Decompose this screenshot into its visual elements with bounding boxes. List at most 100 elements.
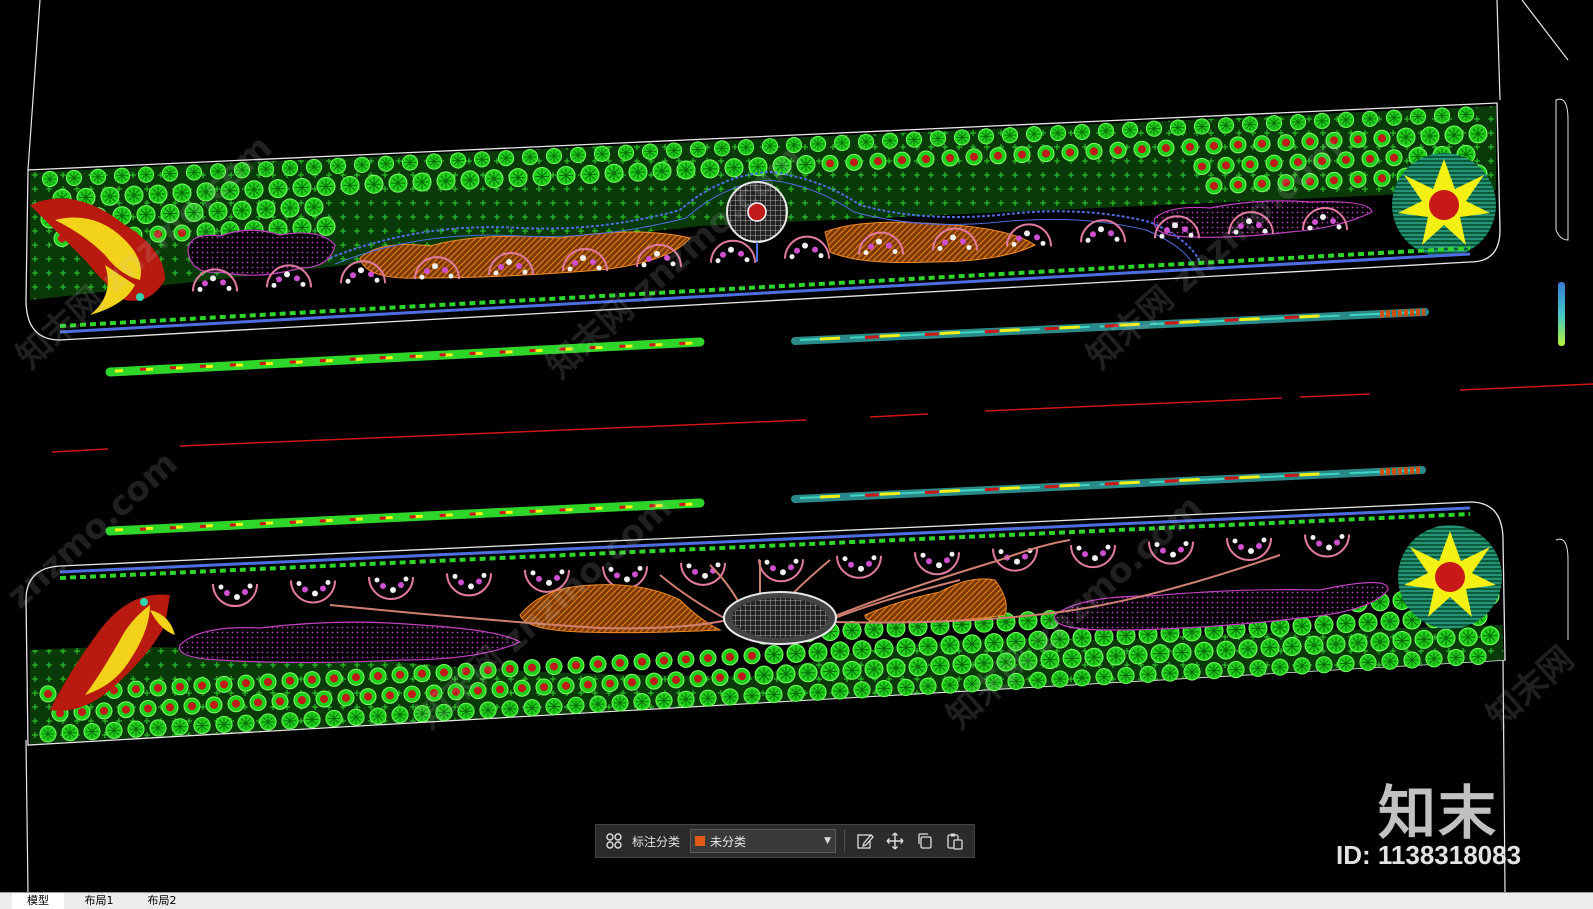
- tree-symbol: [1001, 127, 1019, 144]
- tree-symbol: [611, 654, 629, 672]
- move-icon[interactable]: [883, 829, 907, 853]
- tree-symbol: [1194, 641, 1214, 661]
- tree-symbol: [1447, 649, 1465, 667]
- tree-symbol: [1444, 125, 1464, 145]
- tree-symbol: [798, 663, 818, 683]
- tree-symbol: [580, 164, 600, 184]
- tree-symbol: [325, 669, 343, 687]
- tree-symbol: [721, 648, 739, 666]
- tree-symbol: [1238, 639, 1258, 659]
- sun-emblem-upper: [1392, 153, 1496, 257]
- tree-symbol: [1289, 114, 1307, 131]
- tree-symbol: [989, 147, 1007, 165]
- tree-symbol: [1109, 141, 1127, 159]
- tree-symbol: [711, 668, 729, 686]
- tree-symbol: [161, 698, 179, 716]
- annotation-category-label: 标注分类: [632, 834, 681, 849]
- tree-symbol: [1217, 117, 1235, 134]
- tree-symbol: [232, 200, 252, 220]
- tree-symbol: [1337, 655, 1355, 673]
- tree-symbol: [645, 672, 663, 690]
- tree-symbol: [689, 670, 707, 688]
- tree-symbol: [853, 681, 871, 699]
- cad-drawing-canvas[interactable]: 知末网 znzmo.com 知末网 znzmo.com 知末网 znzmo.co…: [0, 0, 1593, 892]
- tree-symbol: [1359, 653, 1377, 671]
- tree-symbol: [589, 655, 607, 673]
- category-color-swatch: [695, 836, 706, 846]
- tree-symbol: [623, 673, 641, 691]
- tree-symbol: [391, 666, 409, 684]
- tree-symbol: [271, 692, 289, 710]
- tree-symbol: [508, 168, 528, 188]
- tree-symbol: [1193, 118, 1211, 135]
- tree-symbol: [611, 694, 629, 712]
- tree-symbol: [893, 151, 911, 169]
- tree-symbol: [41, 170, 59, 188]
- tree-symbol: [1025, 126, 1043, 143]
- tree-symbol: [633, 693, 651, 711]
- tree-symbol: [1265, 115, 1283, 132]
- tree-symbol: [1468, 124, 1488, 144]
- tree-symbol: [1480, 626, 1500, 646]
- tree-symbol: [896, 637, 916, 657]
- tree-symbol: [655, 691, 673, 710]
- tree-symbol: [604, 163, 624, 183]
- tree-symbol: [1277, 134, 1295, 152]
- canvas-scroll-indicator[interactable]: [1558, 282, 1565, 346]
- tree-symbol: [567, 656, 585, 674]
- tree-symbol: [1409, 108, 1427, 125]
- copy-icon[interactable]: [913, 829, 937, 853]
- tree-symbol: [61, 724, 79, 742]
- tree-symbol: [721, 688, 739, 706]
- tree-symbol: [369, 667, 387, 685]
- tree-symbol: [205, 696, 223, 714]
- tree-symbol: [655, 652, 673, 670]
- tab-layout1[interactable]: 布局1: [70, 893, 128, 909]
- tree-symbol: [1425, 650, 1443, 668]
- edit-icon[interactable]: [853, 829, 877, 853]
- tree-symbol: [977, 128, 995, 145]
- tree-symbol: [359, 688, 377, 706]
- paste-icon[interactable]: [943, 829, 967, 853]
- tree-symbol: [869, 152, 887, 170]
- tree-symbol: [124, 185, 144, 205]
- tab-layout2[interactable]: 布局2: [132, 893, 192, 909]
- tree-symbol: [1172, 642, 1192, 662]
- tree-symbol: [293, 691, 311, 709]
- tree-symbol: [1293, 657, 1311, 675]
- tree-symbol: [1061, 143, 1079, 161]
- tree-symbol: [227, 695, 245, 713]
- tree-symbol: [1385, 109, 1403, 126]
- tree-symbol: [908, 657, 928, 677]
- tree-symbol: [1337, 111, 1355, 128]
- tree-symbol: [1326, 634, 1346, 654]
- lane-divider-upper-left: [105, 337, 705, 377]
- watermark-logo: 知末: [1378, 779, 1499, 847]
- tree-symbol: [1414, 629, 1434, 649]
- watermark-id: ID: 1138318083: [1336, 840, 1522, 870]
- tree-symbol: [1420, 126, 1440, 146]
- tree-symbol: [940, 635, 960, 655]
- tree-symbol: [171, 718, 189, 736]
- tree-symbol: [281, 672, 299, 690]
- tree-symbol: [1205, 662, 1223, 680]
- tree-symbol: [303, 671, 321, 689]
- category-dropdown[interactable]: 未分类 ▼: [690, 829, 837, 853]
- tab-model[interactable]: 模型: [12, 893, 64, 909]
- tree-symbol: [304, 197, 324, 217]
- tree-symbol: [743, 647, 761, 665]
- tree-symbol: [268, 179, 288, 199]
- tree-symbol: [569, 146, 587, 163]
- tree-symbol: [1458, 627, 1478, 647]
- tree-symbol: [764, 645, 784, 665]
- layout-tab-bar: 模型 布局1 布局2: [0, 892, 1593, 909]
- tree-symbol: [148, 184, 168, 204]
- tree-symbol: [161, 165, 179, 182]
- tree-symbol: [699, 689, 717, 707]
- tree-symbol: [699, 649, 717, 667]
- grid-icon[interactable]: [602, 829, 626, 853]
- tree-symbol: [601, 674, 619, 692]
- tree-symbol: [325, 709, 343, 727]
- tree-symbol: [523, 659, 541, 677]
- tree-symbol: [1227, 660, 1245, 679]
